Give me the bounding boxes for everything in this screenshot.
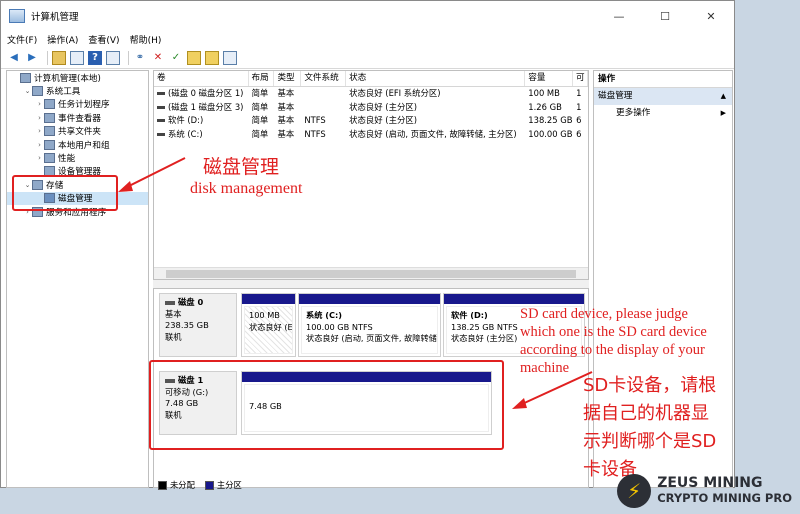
zeus-mining-watermark: ⚡ ZEUS MINING CRYPTO MINING PRO — [617, 474, 792, 508]
lightning-logo-icon: ⚡ — [617, 474, 652, 508]
annotation-sd-en-line-2: which one is the SD card device — [520, 324, 707, 340]
annotation-sd-cn-line-2: 据自己的机器显 — [583, 403, 709, 424]
annotation-sd-en-line-1: SD card device, please judge — [520, 306, 688, 322]
annotation-sd-cn: SD卡设备，请根 据自己的机器显 示判断哪个是SD 卡设备 — [583, 372, 716, 484]
annotation-disk-management-cn: 磁盘管理 — [203, 156, 280, 178]
annotation-sd-cn-line-3: 示判断哪个是SD — [583, 431, 717, 452]
annotation-sd-en: SD card device, please judge which one i… — [520, 305, 707, 377]
brand-line-2: CRYPTO MINING PRO — [657, 491, 792, 505]
annotation-sd-en-line-3: according to the display of your — [520, 342, 705, 358]
annotation-sd-cn-line-1: SD卡设备，请根 — [583, 375, 717, 396]
brand-line-1: ZEUS MINING — [657, 475, 763, 491]
annotation-disk-management-en: disk management — [190, 180, 303, 197]
